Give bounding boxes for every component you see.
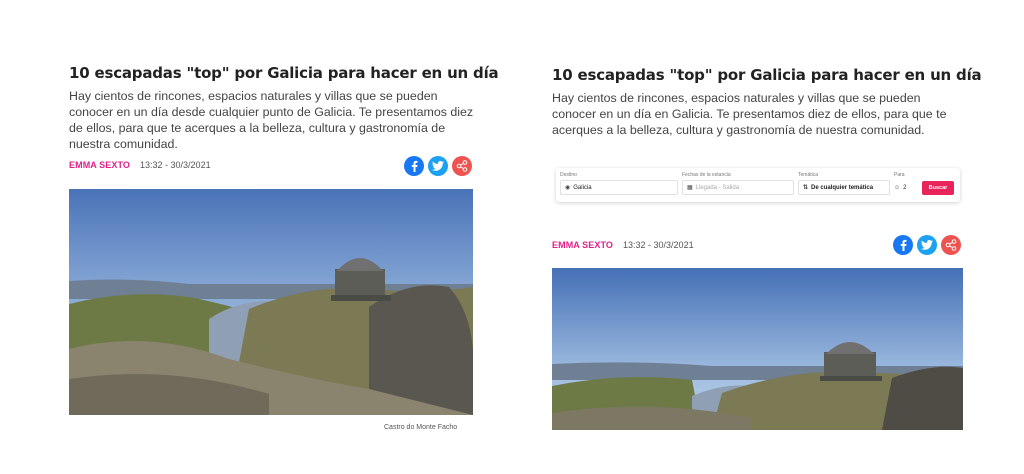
filter-icon: ⇅ xyxy=(803,185,809,191)
tematica-field: Temática ⇅ De cualquier temática xyxy=(798,172,890,195)
facebook-icon xyxy=(411,160,418,172)
calendar-icon: ▦ xyxy=(687,185,693,191)
article-byline: EMMA SEXTO 13:32 - 30/3/2021 xyxy=(552,240,694,250)
para-field: Para ☺ 2 xyxy=(894,172,918,195)
article-byline: EMMA SEXTO 13:32 - 30/3/2021 xyxy=(69,160,211,170)
right-article-header: 10 escapadas "top" por Galicia para hace… xyxy=(552,66,982,138)
fechas-field: Fechas de la estancia ▦ Llegada - Salida xyxy=(682,172,794,195)
publish-date: 13:32 - 30/3/2021 xyxy=(140,160,211,170)
tematica-select[interactable]: ⇅ De cualquier temática xyxy=(798,180,890,195)
author-link[interactable]: EMMA SEXTO xyxy=(552,240,613,250)
twitter-icon xyxy=(921,240,933,250)
article-intro: Hay cientos de rincones, espacios natura… xyxy=(69,89,474,151)
social-share-button[interactable] xyxy=(452,156,472,176)
fechas-placeholder: Llegada - Salida xyxy=(695,184,740,191)
facebook-share-button[interactable] xyxy=(404,156,424,176)
location-pin-icon: ◉ xyxy=(565,185,571,191)
article-photo xyxy=(552,268,963,430)
twitter-icon xyxy=(432,161,444,171)
photo-caption: Castro do Monte Facho xyxy=(384,424,458,431)
destino-value: Galicia xyxy=(573,184,592,191)
share-icon xyxy=(456,160,468,172)
left-article-header: 10 escapadas "top" por Galicia para hace… xyxy=(69,64,499,152)
article-title: 10 escapadas "top" por Galicia para hace… xyxy=(552,66,982,84)
para-label: Para xyxy=(894,172,905,178)
tematica-label: Temática xyxy=(798,172,819,178)
tematica-value: De cualquier temática xyxy=(811,184,874,191)
people-icon: ☺ xyxy=(894,184,901,191)
facebook-share-button[interactable] xyxy=(893,235,913,255)
destino-label: Destino xyxy=(560,172,577,178)
facebook-icon xyxy=(900,239,907,251)
social-share-button[interactable] xyxy=(941,235,961,255)
article-intro: Hay cientos de rincones, espacios natura… xyxy=(552,91,947,137)
article-title: 10 escapadas "top" por Galicia para hace… xyxy=(69,64,499,82)
fechas-label: Fechas de la estancia xyxy=(682,172,731,178)
destino-select[interactable]: ◉ Galicia xyxy=(560,180,678,195)
author-link[interactable]: EMMA SEXTO xyxy=(69,160,130,170)
booking-search-bar: Destino ◉ Galicia Fechas de la estancia … xyxy=(556,168,960,202)
twitter-share-button[interactable] xyxy=(917,235,937,255)
para-value: 2 xyxy=(903,184,907,191)
article-photo xyxy=(69,189,473,415)
share-buttons xyxy=(893,235,961,255)
share-icon xyxy=(945,239,957,251)
fechas-input[interactable]: ▦ Llegada - Salida xyxy=(682,180,794,195)
destino-field: Destino ◉ Galicia xyxy=(560,172,678,195)
share-buttons xyxy=(404,156,472,176)
twitter-share-button[interactable] xyxy=(428,156,448,176)
para-select[interactable]: ☺ 2 xyxy=(894,180,918,195)
publish-date: 13:32 - 30/3/2021 xyxy=(623,240,694,250)
buscar-button[interactable]: Buscar xyxy=(922,181,954,195)
